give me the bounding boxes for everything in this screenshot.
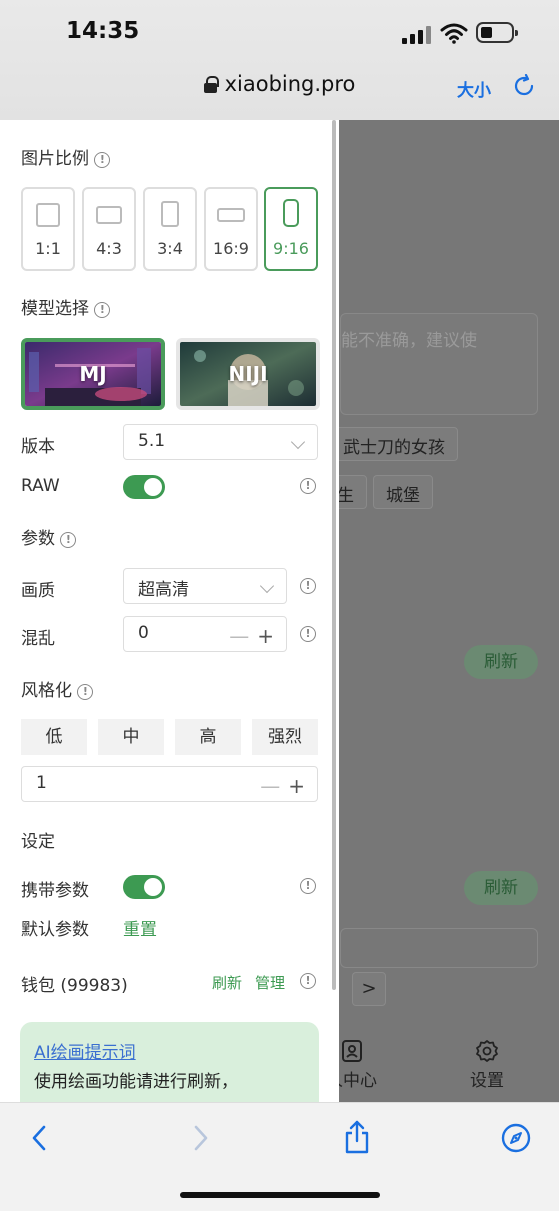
raw-label: RAW <box>21 476 60 496</box>
version-label: 版本 <box>21 437 55 457</box>
tab-settings[interactable]: 设置 <box>470 1040 504 1091</box>
home-indicator <box>180 1192 380 1198</box>
ratio-text: 1:1 <box>35 239 61 258</box>
stylize-value: 1 <box>36 773 47 793</box>
square-ratio-icon <box>36 203 60 227</box>
ratio-text: 16:9 <box>213 239 249 258</box>
info-icon[interactable]: ! <box>60 532 77 548</box>
stylize-strong-button[interactable]: 强烈 <box>252 719 318 755</box>
refresh-button[interactable]: 刷新 <box>464 871 538 905</box>
ratio-section: 图片比例 ! <box>21 144 111 169</box>
quality-label: 画质 <box>21 581 55 601</box>
ratio-option-9-16[interactable]: 9:16 <box>264 187 318 271</box>
text-size-button[interactable]: 大小 <box>457 76 491 101</box>
back-icon[interactable] <box>28 1123 50 1153</box>
ratio-option-1-1[interactable]: 1:1 <box>21 187 75 271</box>
stylize-medium-button[interactable]: 中 <box>98 719 164 755</box>
prompt-chip[interactable]: 城堡 <box>373 475 433 509</box>
lock-icon <box>203 76 219 93</box>
decrement-button[interactable]: — <box>260 774 280 798</box>
chaos-stepper[interactable]: 0 — + <box>123 616 287 652</box>
prompt-textarea[interactable]: 能不准确，建议使 <box>340 313 538 415</box>
params-section: 参数 ! <box>21 524 77 549</box>
gear-icon <box>476 1040 498 1062</box>
quality-select[interactable]: 超高清 <box>123 568 287 604</box>
quality-value: 超高清 <box>138 580 189 600</box>
ratio-text: 3:4 <box>157 239 183 258</box>
model-name: NIJI <box>228 362 268 386</box>
params-label: 参数 <box>21 529 55 549</box>
increment-button[interactable]: + <box>288 774 305 798</box>
tab-label: 设置 <box>470 1071 504 1091</box>
prompt-chip[interactable]: 武士刀的女孩 <box>330 427 458 461</box>
landscape-ratio-icon <box>96 206 122 224</box>
default-params-label: 默认参数 <box>21 920 89 940</box>
carry-params-toggle[interactable] <box>123 875 165 899</box>
ratio-option-16-9[interactable]: 16:9 <box>204 187 258 271</box>
ratio-text: 9:16 <box>273 239 309 258</box>
next-page-button[interactable]: > <box>352 972 386 1006</box>
info-icon[interactable]: ! <box>300 626 316 642</box>
carry-params-label: 携带参数 <box>21 881 89 901</box>
portrait-ratio-icon <box>161 201 179 227</box>
decrement-button[interactable]: — <box>229 624 249 648</box>
increment-button[interactable]: + <box>257 624 274 648</box>
battery-icon <box>476 22 518 43</box>
stylize-label: 风格化 <box>21 681 72 701</box>
stylize-low-button[interactable]: 低 <box>21 719 87 755</box>
drawer-scrollbar[interactable] <box>332 120 336 990</box>
chevron-down-icon <box>259 578 275 594</box>
stylize-stepper[interactable]: 1 — + <box>21 766 318 802</box>
version-value: 5.1 <box>138 431 166 451</box>
stylize-high-button[interactable]: 高 <box>175 719 241 755</box>
wallet-manage-link[interactable]: 管理 <box>255 972 285 993</box>
info-icon[interactable]: ! <box>77 684 94 700</box>
model-name: MJ <box>79 362 107 386</box>
tip-link[interactable]: AI绘画提示词 <box>34 1038 305 1063</box>
tip-text: 使用绘画功能请进行刷新， <box>34 1072 238 1092</box>
info-icon[interactable]: ! <box>300 578 316 594</box>
reload-icon[interactable] <box>512 74 536 98</box>
wallet-refresh-link[interactable]: 刷新 <box>212 972 242 993</box>
info-icon[interactable]: ! <box>94 152 111 168</box>
wifi-icon <box>440 23 468 44</box>
model-section: 模型选择 ! <box>21 294 111 319</box>
chevron-down-icon <box>290 434 306 450</box>
info-icon[interactable]: ! <box>300 478 316 494</box>
stylize-section: 风格化 ! <box>21 676 94 701</box>
share-icon[interactable] <box>343 1119 371 1155</box>
info-icon[interactable]: ! <box>300 878 316 894</box>
chaos-label: 混乱 <box>21 629 55 649</box>
forward-icon[interactable] <box>190 1123 212 1153</box>
info-icon[interactable]: ! <box>300 973 316 989</box>
background-input[interactable] <box>340 928 538 968</box>
raw-toggle[interactable] <box>123 475 165 499</box>
url-text: xiaobing.pro <box>224 72 356 96</box>
compass-icon[interactable] <box>501 1123 531 1153</box>
ratio-label: 图片比例 <box>21 149 89 169</box>
info-icon[interactable]: ! <box>94 302 111 318</box>
browser-top-bar: 14:35 xiaobing.pro 大小 <box>0 0 559 120</box>
settings-drawer: 图片比例 ! 1:1 4:3 3:4 16:9 9:16 模型选择 ! MJ N… <box>0 120 339 1102</box>
ratio-option-3-4[interactable]: 3:4 <box>143 187 197 271</box>
settings-label: 设定 <box>21 832 55 852</box>
chaos-value: 0 <box>138 623 149 643</box>
model-option-mj[interactable]: MJ <box>21 338 165 410</box>
prompt-placeholder: 能不准确，建议使 <box>341 331 477 351</box>
ratio-text: 4:3 <box>96 239 122 258</box>
tip-card: AI绘画提示词 使用绘画功能请进行刷新， <box>20 1022 319 1102</box>
reset-button[interactable]: 重置 <box>123 915 157 940</box>
version-select[interactable]: 5.1 <box>123 424 318 460</box>
wide-ratio-icon <box>217 208 245 222</box>
refresh-button[interactable]: 刷新 <box>464 645 538 679</box>
model-label: 模型选择 <box>21 299 89 319</box>
user-card-icon <box>341 1040 362 1062</box>
wallet-label: 钱包 (99983) <box>21 976 128 996</box>
model-option-niji[interactable]: NIJI <box>176 338 320 410</box>
cellular-signal-icon <box>402 24 432 44</box>
ratio-option-4-3[interactable]: 4:3 <box>82 187 136 271</box>
status-time: 14:35 <box>66 18 140 44</box>
tall-ratio-icon <box>283 199 299 227</box>
